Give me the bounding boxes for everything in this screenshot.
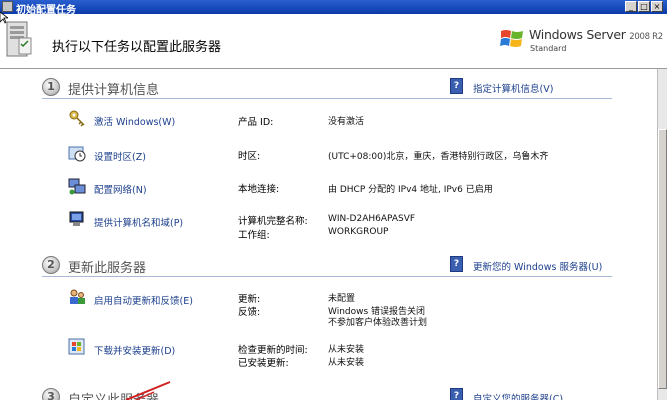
info-label: 本地连接: — [238, 184, 280, 195]
section-number-badge: 3 — [42, 388, 60, 400]
info-value-feedback-ceip: 不参加客户体验改善计划 — [328, 318, 428, 328]
windows-server-logo: Windows Server 2008 R2 Standard — [497, 22, 663, 62]
vertical-scrollbar[interactable] — [657, 69, 667, 400]
logo-edition: Standard — [530, 44, 567, 53]
help-book-icon: ? — [450, 78, 463, 94]
info-value-computer-name: WIN-D2AH6APASVF — [328, 214, 416, 224]
header-instruction: 执行以下任务以配置此服务器 — [52, 40, 222, 55]
windows-flag-icon — [500, 30, 523, 47]
users-update-icon — [70, 289, 85, 304]
info-label: 更新: — [238, 294, 261, 305]
minimize-button[interactable]: _ — [625, 1, 637, 12]
key-icon — [69, 110, 85, 127]
info-label: 产品 ID: — [238, 117, 274, 128]
section-provide-computer-info: 1 提供计算机信息 ? 指定计算机信息(V) — [42, 78, 612, 99]
maximize-button[interactable]: □ — [638, 1, 650, 12]
windows-update-icon — [68, 338, 85, 355]
task-configure-network[interactable]: 配置网络(N) — [68, 177, 233, 197]
info-label: 时区: — [238, 151, 261, 162]
task-link-label[interactable]: 下载并安装更新(D) — [94, 343, 175, 357]
initial-configuration-tasks-window: 初始配置任务 _ □ × 执行以下任务以配置此服务器 Windows Serve… — [0, 0, 667, 400]
info-label: 反馈: — [238, 307, 261, 318]
link-text[interactable]: 指定计算机信息(V) — [473, 81, 553, 95]
server-app-icon — [2, 1, 13, 12]
info-label: 计算机完整名称: — [238, 216, 308, 227]
section-number-badge: 1 — [42, 78, 60, 96]
task-link-label[interactable]: 配置网络(N) — [94, 182, 147, 196]
info-label: 已安装更新: — [238, 358, 289, 369]
info-value-time-zone: (UTC+08:00)北京，重庆，香港特别行政区，乌鲁木齐 — [328, 152, 549, 162]
red-annotation-stroke — [125, 381, 171, 400]
section-update-server: 2 更新此服务器 ? 更新您的 Windows 服务器(U) — [42, 256, 612, 277]
clock-globe-icon — [68, 146, 86, 162]
close-button[interactable]: × — [651, 1, 663, 12]
info-value-workgroup: WORKGROUP — [328, 227, 389, 237]
info-label: 工作组: — [238, 230, 270, 241]
task-link-label[interactable]: 启用自动更新和反馈(E) — [94, 293, 193, 307]
info-value-updates: 未配置 — [328, 294, 356, 304]
section-title: 更新此服务器 — [68, 261, 147, 276]
header-banner: 执行以下任务以配置此服务器 Windows Server 2008 R2 Sta… — [0, 14, 667, 69]
logo-version: 2008 R2 — [629, 32, 663, 42]
link-text[interactable]: 更新您的 Windows 服务器(U) — [473, 259, 602, 273]
info-value-last-check: 从未安装 — [328, 345, 365, 355]
task-list-panel: 1 提供计算机信息 ? 指定计算机信息(V) 激活 Windows(W) 设置时… — [0, 69, 657, 400]
task-activate-windows[interactable]: 激活 Windows(W) — [68, 109, 233, 129]
info-value-product-id: 没有激活 — [328, 117, 365, 127]
title-bar[interactable]: 初始配置任务 _ □ × — [0, 0, 667, 16]
task-link-label[interactable]: 设置时区(Z) — [94, 149, 146, 163]
task-set-time-zone[interactable]: 设置时区(Z) — [68, 144, 233, 164]
task-link-label[interactable]: 激活 Windows(W) — [94, 114, 175, 128]
section-title: 提供计算机信息 — [68, 83, 160, 98]
logo-brand: Windows Server — [529, 27, 626, 42]
task-computer-name-domain[interactable]: 提供计算机名和域(P) — [68, 210, 233, 230]
help-book-icon: ? — [450, 388, 463, 400]
task-enable-automatic-updates[interactable]: 启用自动更新和反馈(E) — [68, 288, 233, 308]
computer-icon — [69, 211, 84, 226]
server-checklist-icon — [6, 21, 32, 57]
info-value-local-connection: 由 DHCP 分配的 IPv4 地址, IPv6 已启用 — [328, 185, 493, 195]
scrollbar-thumb[interactable] — [658, 129, 667, 389]
link-text[interactable]: 自定义您的服务器(C) — [473, 391, 563, 400]
info-label: 检查更新的时间: — [238, 345, 308, 356]
network-icon — [68, 178, 86, 195]
mouse-cursor-icon — [0, 12, 8, 24]
help-book-icon: ? — [450, 256, 463, 272]
task-link-label[interactable]: 提供计算机名和域(P) — [94, 215, 183, 229]
task-download-install-updates[interactable]: 下载并安装更新(D) — [68, 338, 233, 358]
section-number-badge: 2 — [42, 256, 60, 274]
info-value-installed-updates: 从未安装 — [328, 358, 365, 368]
